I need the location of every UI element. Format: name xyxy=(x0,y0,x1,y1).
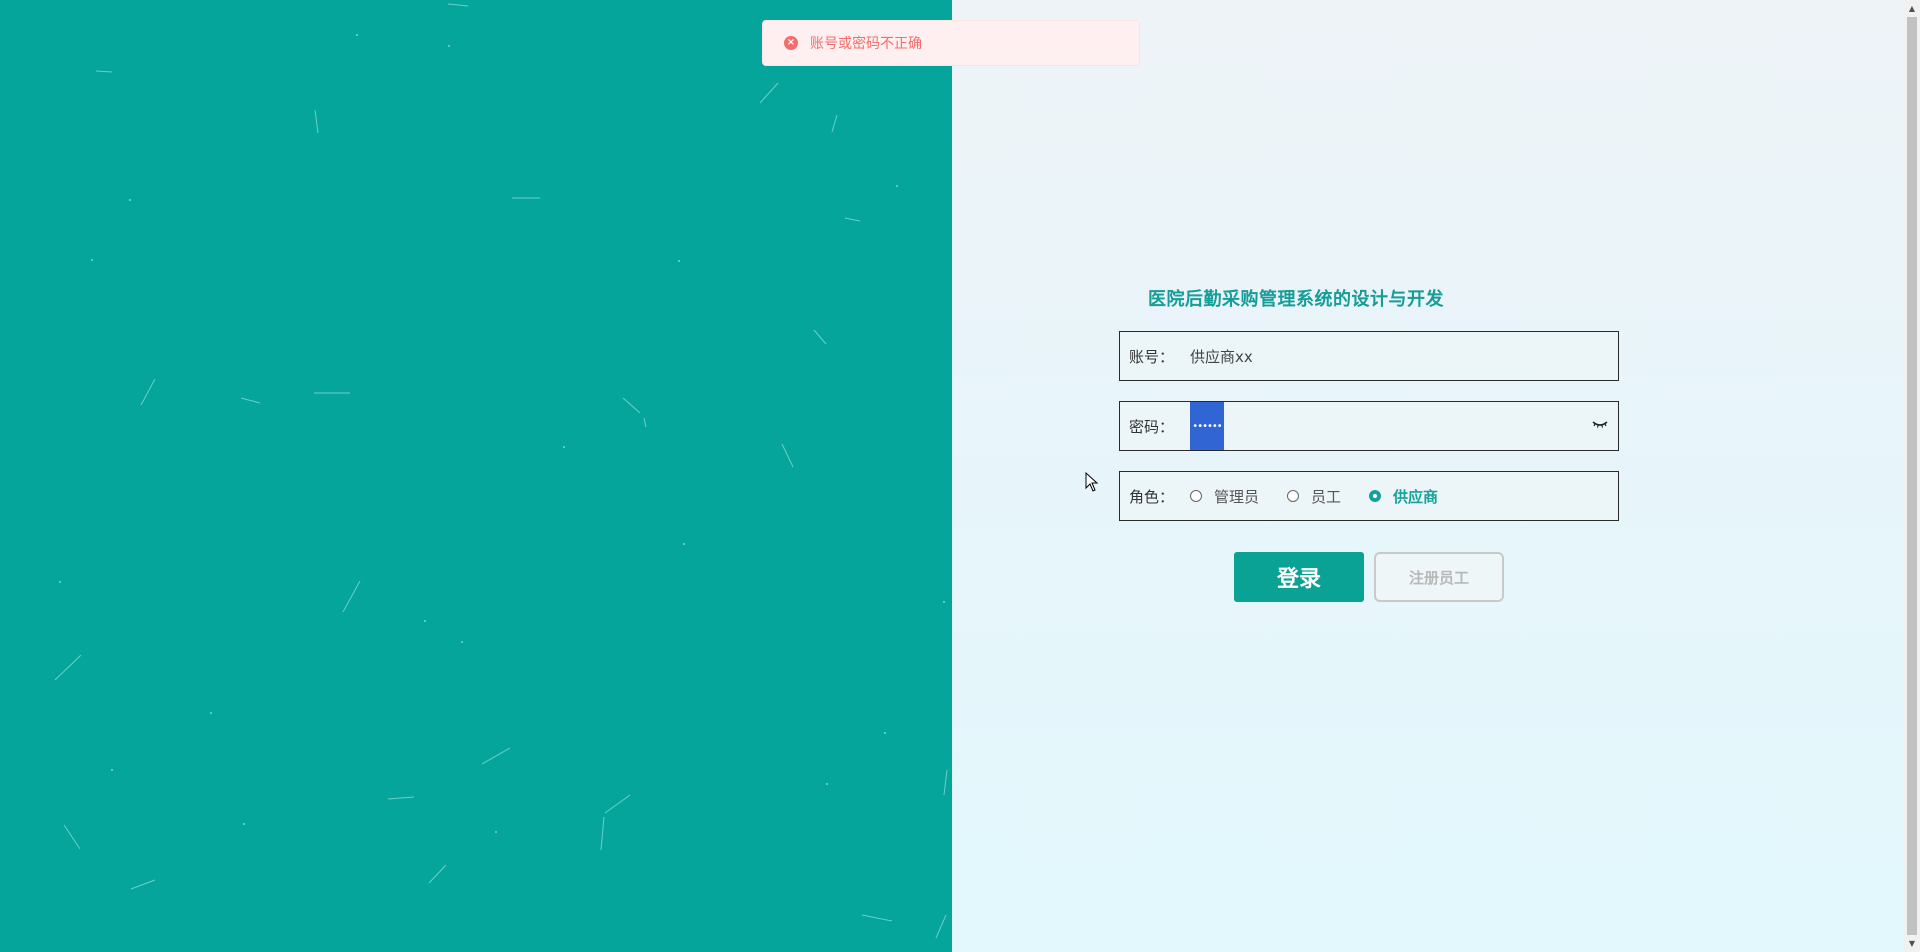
mouse-cursor-icon xyxy=(1085,472,1099,492)
role-field: 角色： 管理员 员工 供应商 xyxy=(1119,471,1619,521)
vertical-scrollbar[interactable]: ▲ ▼ xyxy=(1904,0,1920,952)
scroll-up-arrow-icon[interactable]: ▲ xyxy=(1904,0,1920,17)
role-radio-group: 管理员 员工 供应商 xyxy=(1190,486,1466,507)
eye-closed-icon[interactable] xyxy=(1592,417,1608,431)
login-page: × 账号或密码不正确 医院后勤采购管理系统的设计与开发 账号： 供应商xx 密码… xyxy=(0,0,1920,952)
password-field[interactable]: 密码： •••••• xyxy=(1119,401,1619,451)
account-input[interactable]: 供应商xx xyxy=(1190,346,1253,367)
role-option-label: 员工 xyxy=(1311,487,1342,506)
error-toast: × 账号或密码不正确 xyxy=(762,20,1140,66)
error-toast-message: 账号或密码不正确 xyxy=(810,36,922,52)
scrollbar-thumb[interactable] xyxy=(1907,17,1917,935)
register-employee-button[interactable]: 注册员工 xyxy=(1374,552,1504,602)
account-field[interactable]: 账号： 供应商xx xyxy=(1119,331,1619,381)
radio-button[interactable] xyxy=(1287,490,1300,502)
password-input[interactable]: •••••• xyxy=(1190,402,1224,450)
role-option-employee[interactable]: 员工 xyxy=(1287,486,1341,507)
error-circle-icon: × xyxy=(784,36,798,50)
account-label: 账号： xyxy=(1129,347,1175,366)
scroll-down-arrow-icon[interactable]: ▼ xyxy=(1904,935,1920,952)
role-option-label: 管理员 xyxy=(1214,487,1260,506)
role-option-supplier[interactable]: 供应商 xyxy=(1369,486,1438,507)
role-label: 角色： xyxy=(1129,487,1175,506)
radio-button[interactable] xyxy=(1190,490,1202,502)
password-label: 密码： xyxy=(1129,417,1175,436)
role-option-admin[interactable]: 管理员 xyxy=(1190,486,1259,507)
decorative-background-panel xyxy=(0,0,952,952)
particle-lines-decoration xyxy=(54,3,948,939)
radio-button-selected[interactable] xyxy=(1369,490,1382,502)
role-option-label: 供应商 xyxy=(1393,487,1439,506)
page-title: 医院后勤采购管理系统的设计与开发 xyxy=(1148,289,1444,310)
login-button[interactable]: 登录 xyxy=(1234,552,1364,602)
